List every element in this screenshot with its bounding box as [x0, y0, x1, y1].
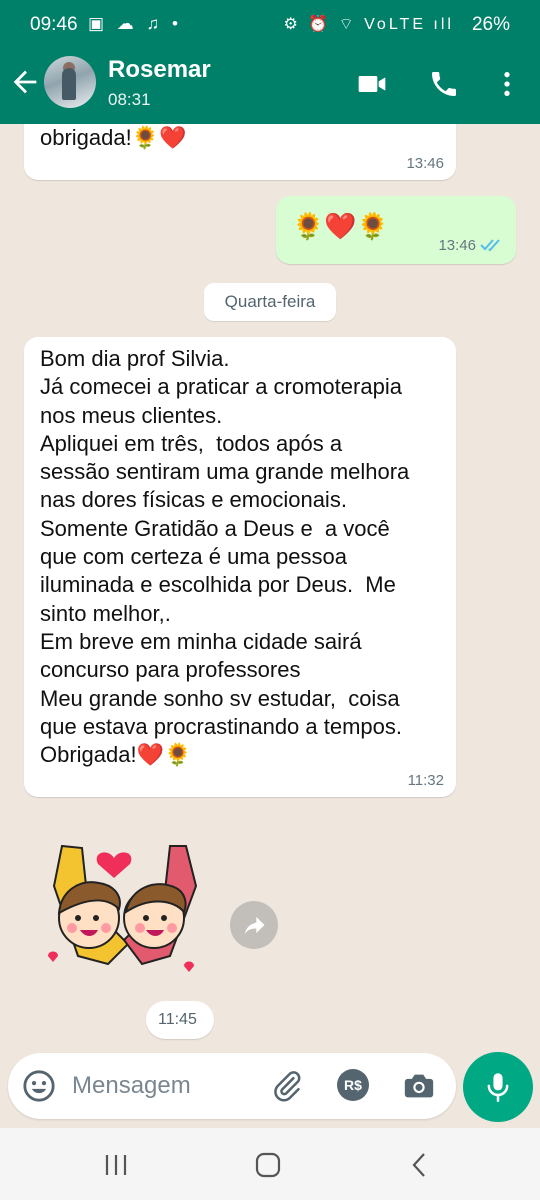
message-text: Bom dia prof Silvia. Já comecei a pratic…: [40, 346, 410, 768]
message-text: 🌻❤️🌻: [292, 211, 390, 241]
message-bubble-incoming[interactable]: Bom dia prof Silvia. Já comecei a pratic…: [24, 337, 456, 797]
home-icon[interactable]: [254, 1152, 282, 1178]
message-input[interactable]: Mensagem: [72, 1072, 191, 1100]
last-seen: 08:31: [108, 90, 151, 109]
read-receipt-icon: [480, 239, 500, 252]
share-arrow-icon: [244, 916, 265, 935]
message-composer[interactable]: Mensagem R$: [8, 1053, 456, 1119]
message-time: 13:46: [438, 237, 476, 254]
system-status-icons: ⚙ ⏰ ⌔ VoLTE ıll: [283, 16, 454, 33]
camera-icon[interactable]: [402, 1069, 436, 1103]
system-navigation-bar: [0, 1128, 540, 1200]
date-separator: Quarta-feira: [204, 283, 336, 321]
notification-icons: ▣ ☁ ♫ •: [88, 14, 182, 33]
message-bubble-incoming[interactable]: obrigada!🌻❤️ 13:46: [24, 124, 456, 180]
mic-icon: [487, 1073, 509, 1102]
message-text: obrigada!🌻❤️: [40, 125, 187, 150]
sticker-time-chip: 11:45: [146, 1001, 214, 1039]
contact-avatar[interactable]: [44, 56, 96, 108]
attach-icon[interactable]: [270, 1069, 304, 1103]
message-time: 11:45: [158, 1011, 197, 1028]
voice-message-button[interactable]: [463, 1052, 533, 1122]
more-options-icon[interactable]: [490, 68, 524, 100]
back-arrow-icon[interactable]: [8, 64, 42, 100]
contact-name[interactable]: Rosemar: [108, 56, 211, 84]
voice-call-icon[interactable]: [426, 68, 462, 100]
emoji-icon[interactable]: [22, 1069, 56, 1103]
payment-icon[interactable]: R$: [337, 1069, 369, 1101]
message-time: 13:46: [406, 155, 444, 172]
message-time: 11:32: [407, 772, 444, 789]
status-time: 09:46: [30, 14, 78, 35]
message-list[interactable]: obrigada!🌻❤️ 13:46 🌻❤️🌻 13:46 Quarta-fei…: [0, 124, 540, 1128]
battery-level: 26%: [471, 14, 510, 35]
message-bubble-outgoing[interactable]: 🌻❤️🌻 13:46: [276, 196, 516, 264]
back-nav-icon[interactable]: [406, 1152, 434, 1178]
chat-header: Rosemar 08:31: [0, 50, 540, 124]
sticker-two-girls-heart[interactable]: [34, 838, 214, 988]
recent-apps-icon[interactable]: [102, 1152, 130, 1178]
forward-button[interactable]: [230, 901, 278, 949]
video-call-icon[interactable]: [354, 68, 390, 100]
status-bar: 09:46 ▣ ☁ ♫ • ⚙ ⏰ ⌔ VoLTE ıll 26%: [0, 0, 540, 50]
